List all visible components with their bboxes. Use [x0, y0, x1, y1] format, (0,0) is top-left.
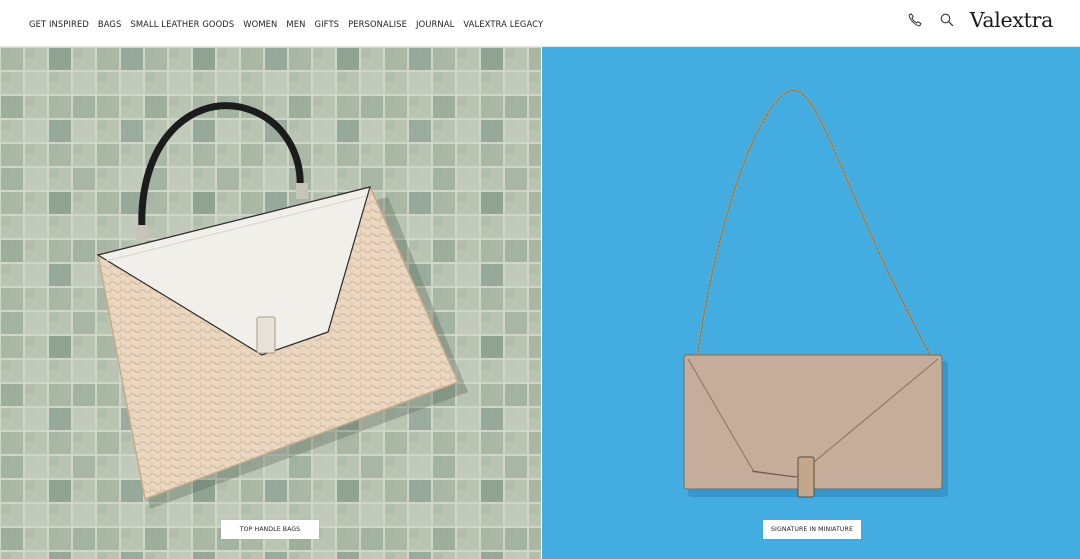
nav-item-get-inspired[interactable]: GET INSPIRED	[29, 19, 89, 29]
hero-panel-right[interactable]: SIGNATURE IN MINIATURE	[542, 47, 1080, 559]
top-handle-bags-button[interactable]: TOP HANDLE BAGS	[221, 520, 319, 539]
brand-logo[interactable]: Valextra	[970, 8, 1054, 32]
top-handle-bag-image	[0, 47, 541, 559]
nav-item-men[interactable]: MEN	[286, 19, 305, 29]
site-header: GET INSPIRED BAGS SMALL LEATHER GOODS WO…	[0, 0, 1080, 47]
nav-item-small-leather-goods[interactable]: SMALL LEATHER GOODS	[130, 19, 234, 29]
nav-item-personalise[interactable]: PERSONALISE	[348, 19, 407, 29]
nav-item-women[interactable]: WOMEN	[243, 19, 277, 29]
search-icon[interactable]	[938, 11, 956, 29]
nav-item-valextra-legacy[interactable]: VALEXTRA LEGACY	[463, 19, 543, 29]
nav-item-bags[interactable]: BAGS	[98, 19, 122, 29]
phone-icon[interactable]	[906, 11, 924, 29]
signature-miniature-bag-image	[542, 47, 1080, 559]
hero-panel-left[interactable]: TOP HANDLE BAGS	[0, 47, 541, 559]
main-nav: GET INSPIRED BAGS SMALL LEATHER GOODS WO…	[29, 0, 543, 47]
nav-item-journal[interactable]: JOURNAL	[416, 19, 454, 29]
nav-item-gifts[interactable]: GIFTS	[315, 19, 340, 29]
signature-in-miniature-button[interactable]: SIGNATURE IN MINIATURE	[763, 520, 861, 539]
